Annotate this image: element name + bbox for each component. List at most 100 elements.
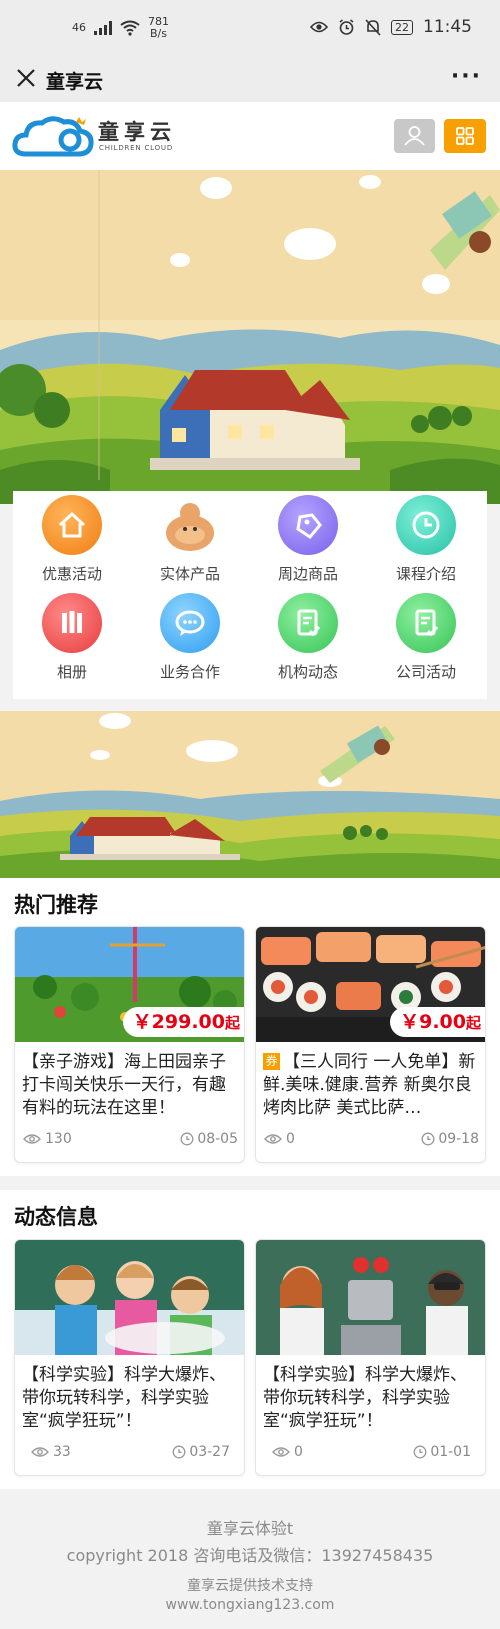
document-check-icon (396, 593, 456, 653)
album-icon (42, 593, 102, 653)
user-button[interactable] (394, 119, 435, 153)
grid-label: 业务合作 (159, 663, 220, 681)
grid-item-album[interactable]: 相册 (13, 589, 131, 685)
cloud-logo-icon[interactable] (12, 114, 94, 160)
science-kids-image (256, 1240, 485, 1355)
network-label: 46 (72, 21, 86, 34)
card-image (256, 1240, 485, 1355)
house-icon (42, 495, 102, 555)
date: 08-05 (180, 1131, 238, 1147)
science-kids-image (15, 1240, 244, 1355)
card-title: 【亲子游戏】海上田园亲子打卡闯关快乐一天行，有趣有料的玩法在这里！ (22, 1052, 226, 1118)
section-title-news: 动态信息 (14, 1205, 98, 1229)
eye-icon (264, 1134, 282, 1144)
countryside-illustration (0, 711, 500, 878)
date-value: 08-05 (197, 1131, 238, 1147)
grid-label: 周边商品 (277, 565, 338, 583)
grid-label: 机构动态 (277, 663, 338, 681)
clock-icon (180, 1132, 194, 1146)
price-tag: ￥299.00起 (122, 1007, 244, 1037)
views: 0 (264, 1131, 295, 1147)
price-value: ￥299.00 (132, 1011, 225, 1033)
grid-label: 实体产品 (159, 565, 220, 583)
eye-icon (272, 1447, 290, 1457)
net-speed: 781 B/s (148, 16, 169, 40)
date-value: 01-01 (430, 1444, 471, 1460)
secondary-banner[interactable] (0, 711, 500, 878)
date-value: 09-18 (438, 1131, 479, 1147)
views: 0 (272, 1444, 303, 1460)
category-grid: 优惠活动 实体产品 周边商品 课程介绍 相册 业务合作 机构动态 公司活动 (13, 491, 487, 699)
hot-card-1[interactable]: ￥299.00起 【亲子游戏】海上田园亲子打卡闯关快乐一天行，有趣有料的玩法在这… (14, 926, 245, 1163)
card-meta: 33 03-27 (23, 1444, 238, 1462)
card-title-text: 【三人同行 一人免单】新鲜.美味.健康.营养 新奥尔良烤肉比萨 美式比萨… (263, 1052, 476, 1118)
footer-copyright: copyright 2018 咨询电话及微信：13927458435 (66, 1546, 434, 1565)
views-count: 33 (53, 1444, 71, 1460)
eye-icon (31, 1447, 49, 1457)
card-title: 【科学实验】科学大爆炸、带你玩转科学，科学实验室“疯学狂玩”！ (22, 1365, 226, 1431)
card-meta: 0 01-01 (264, 1444, 479, 1462)
menu-button[interactable] (444, 119, 486, 153)
wifi-icon (120, 20, 140, 36)
grid-item-cooperation[interactable]: 业务合作 (131, 589, 249, 685)
countryside-illustration (0, 170, 500, 504)
grid-item-merch[interactable]: 周边商品 (249, 491, 367, 587)
card-title: 券【三人同行 一人免单】新鲜.美味.健康.营养 新奥尔良烤肉比萨 美式比萨… (263, 1051, 479, 1120)
price-tag: ￥9.00起 (390, 1007, 485, 1037)
card-meta: 0 09-18 (264, 1131, 479, 1149)
more-button[interactable]: ··· (451, 64, 482, 89)
grid-item-products[interactable]: 实体产品 (131, 491, 249, 587)
clock-icon (421, 1132, 435, 1146)
views-count: 0 (286, 1131, 295, 1147)
date-value: 03-27 (189, 1444, 230, 1460)
status-bar: 46 781 B/s 22 11:45 (0, 0, 500, 56)
coupon-badge: 券 (263, 1053, 280, 1070)
grid-item-courses[interactable]: 课程介绍 (367, 491, 485, 587)
grid-item-promotions[interactable]: 优惠活动 (13, 491, 131, 587)
views: 33 (31, 1444, 71, 1460)
logo-subtitle: CHILDREN CLOUD (99, 144, 174, 152)
mute-bell-icon (365, 18, 381, 36)
hot-card-2[interactable]: ￥9.00起 券【三人同行 一人免单】新鲜.美味.健康.营养 新奥尔良烤肉比萨 … (255, 926, 486, 1163)
grid-label: 课程介绍 (395, 565, 456, 583)
footer-website-link[interactable]: www.tongxiang123.com (0, 1597, 500, 1613)
grid-item-company-events[interactable]: 公司活动 (367, 589, 485, 685)
nav-bar: 童享云 ··· (0, 56, 500, 102)
card-image (15, 1240, 244, 1355)
eye-icon (310, 21, 328, 33)
clock-icon (172, 1445, 186, 1459)
hot-section: 热门推荐 ￥299.00起 【亲子游戏】海上田园亲子打卡闯关快乐一天行，有趣有料… (0, 878, 500, 1176)
grid-label: 公司活动 (395, 663, 456, 681)
section-title-hot: 热门推荐 (14, 893, 98, 917)
chat-icon (160, 593, 220, 653)
main-banner[interactable] (0, 170, 500, 504)
footer: 童享云体验t copyright 2018 咨询电话及微信：1392745843… (0, 1491, 500, 1629)
news-card-1[interactable]: 【科学实验】科学大爆炸、带你玩转科学，科学实验室“疯学狂玩”！ 33 03-27 (14, 1239, 245, 1476)
date: 01-01 (413, 1444, 471, 1460)
grid-item-org-news[interactable]: 机构动态 (249, 589, 367, 685)
status-right: 22 11:45 (310, 17, 472, 37)
battery-indicator: 22 (391, 19, 413, 35)
status-time: 11:45 (423, 17, 472, 37)
views-count: 0 (294, 1444, 303, 1460)
news-section: 动态信息 【科学实验】科学大爆炸、带你玩转科学，科学实验室“疯学狂玩”！ 33 (0, 1190, 500, 1489)
clock-icon (396, 495, 456, 555)
price-value: ￥9.00 (400, 1011, 466, 1033)
footer-support: 童享云提供技术支持 (187, 1578, 313, 1594)
logo-text: 童享云 (98, 120, 176, 144)
status-left: 46 781 B/s (72, 16, 169, 40)
news-card-2[interactable]: 【科学实验】科学大爆炸、带你玩转科学，科学实验室“疯学狂玩”！ 0 01-01 (255, 1239, 486, 1476)
footer-brand: 童享云体验t (206, 1519, 294, 1538)
grid-icon (456, 127, 474, 145)
views-count: 130 (45, 1131, 72, 1147)
views: 130 (23, 1131, 72, 1147)
clock-icon (413, 1445, 427, 1459)
duck-icon (160, 495, 220, 555)
price-suffix: 起 (224, 1014, 240, 1032)
card-image: ￥9.00起 (256, 927, 485, 1042)
date: 03-27 (172, 1444, 230, 1460)
card-title: 【科学实验】科学大爆炸、带你玩转科学，科学实验室“疯学狂玩”！ (263, 1365, 467, 1431)
close-icon[interactable] (14, 66, 38, 90)
eye-icon (23, 1134, 41, 1144)
site-header: 童享云 CHILDREN CLOUD (0, 102, 500, 170)
